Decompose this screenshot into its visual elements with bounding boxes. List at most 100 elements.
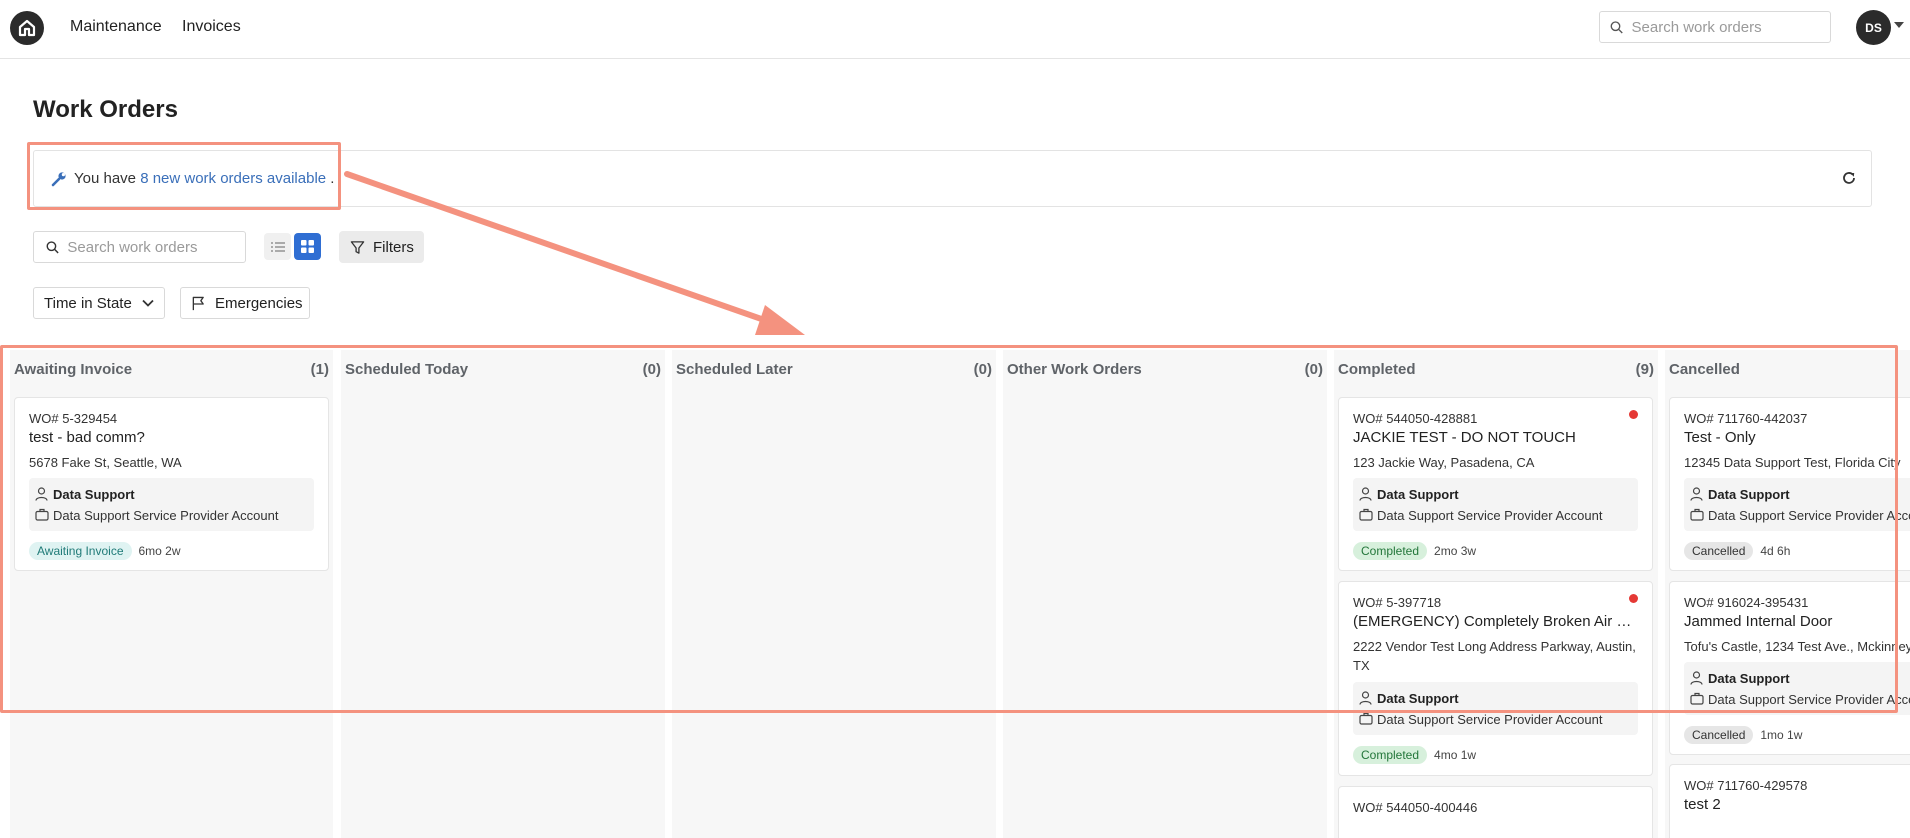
briefcase-icon — [35, 508, 49, 521]
assignee-account: Data Support Service Provider Account — [1708, 692, 1910, 707]
assignee-name: Data Support — [1377, 487, 1459, 502]
work-order-title: (EMERGENCY) Completely Broken Air C... — [1353, 613, 1638, 630]
briefcase-icon — [1690, 508, 1704, 521]
user-icon — [1359, 691, 1372, 705]
work-order-card[interactable]: WO# 544050-428881 JACKIE TEST - DO NOT T… — [1338, 397, 1653, 571]
flag-icon — [192, 296, 204, 310]
work-order-card[interactable]: WO# 5-397718 (EMERGENCY) Completely Brok… — [1338, 581, 1653, 776]
column-cancelled: Cancelled WO# 711760-442037 Test - Only … — [1665, 350, 1910, 838]
emergency-indicator — [1629, 594, 1638, 603]
column-scheduled-later: Scheduled Later (0) — [672, 350, 996, 838]
work-order-address: Tofu's Castle, 1234 Test Ave., Mckinney — [1684, 639, 1910, 654]
nav-invoices[interactable]: Invoices — [182, 18, 241, 36]
emergency-indicator — [1629, 410, 1638, 419]
new-orders-link[interactable]: 8 new work orders available — [140, 170, 326, 187]
column-completed: Completed (9) WO# 544050-428881 JACKIE T… — [1334, 350, 1658, 838]
work-order-address: 5678 Fake St, Seattle, WA — [29, 455, 182, 470]
column-header: Other Work Orders (0) — [1007, 361, 1323, 378]
work-order-number: WO# 916024-395431 — [1684, 595, 1809, 610]
time-in-state: 4mo 1w — [1434, 748, 1477, 762]
work-order-number: WO# 544050-428881 — [1353, 411, 1478, 426]
work-order-number: WO# 711760-442037 — [1684, 411, 1808, 426]
work-order-address: 123 Jackie Way, Pasadena, CA — [1353, 455, 1535, 470]
time-in-state-label: Time in State — [44, 294, 132, 312]
work-order-number: WO# 5-397718 — [1353, 595, 1442, 610]
briefcase-icon — [1690, 692, 1704, 705]
filters-button[interactable]: Filters — [339, 231, 424, 263]
column-scheduled-today: Scheduled Today (0) — [341, 350, 665, 838]
column-title: Awaiting Invoice — [14, 361, 133, 378]
avatar[interactable]: DS — [1856, 10, 1891, 45]
column-awaiting-invoice: Awaiting Invoice (1) WO# 5-329454 test -… — [10, 350, 333, 838]
work-order-card[interactable]: WO# 5-329454 test - bad comm? 5678 Fake … — [14, 397, 329, 571]
nav-maintenance[interactable]: Maintenance — [70, 18, 162, 36]
column-count: (0) — [973, 361, 992, 378]
home-logo-icon[interactable] — [10, 11, 44, 45]
search-icon — [1610, 20, 1623, 33]
assignee-box: Data Support Data Support Service Provid… — [29, 478, 314, 531]
chevron-down-icon — [142, 299, 154, 307]
column-count: (9) — [1635, 361, 1654, 378]
column-header: Awaiting Invoice (1) — [14, 361, 329, 378]
work-order-card[interactable]: WO# 916024-395431 Jammed Internal Door T… — [1669, 581, 1910, 755]
assignee-name: Data Support — [1708, 671, 1790, 686]
work-order-title: Test - Only — [1684, 429, 1756, 446]
column-count: (0) — [1304, 361, 1323, 378]
assignee-box: Data Support Data Support Service Provid… — [1684, 662, 1910, 715]
status-badge: Completed — [1353, 542, 1428, 560]
time-in-state: 6mo 2w — [138, 544, 181, 558]
time-in-state: 1mo 1w — [1760, 728, 1803, 742]
assignee-account: Data Support Service Provider Account — [1708, 508, 1910, 523]
wrench-icon — [51, 172, 66, 187]
status-badge: Completed — [1353, 746, 1428, 764]
work-order-card[interactable]: WO# 544050-400446 — [1338, 786, 1653, 838]
time-in-state-dropdown[interactable]: Time in State — [33, 287, 165, 319]
work-order-search-input[interactable] — [67, 238, 245, 256]
work-order-search[interactable] — [33, 231, 246, 263]
assignee-box: Data Support Data Support Service Provid… — [1353, 478, 1638, 531]
work-order-address: 2222 Vendor Test Long Address Parkway, A… — [1353, 639, 1636, 673]
assignee-name: Data Support — [53, 487, 135, 502]
page-title: Work Orders — [33, 96, 178, 123]
user-icon — [1690, 671, 1703, 685]
work-order-address: 12345 Data Support Test, Florida City — [1684, 455, 1901, 470]
filter-icon — [350, 240, 365, 254]
column-title: Other Work Orders — [1007, 361, 1142, 378]
work-order-card[interactable]: WO# 711760-442037 Test - Only 12345 Data… — [1669, 397, 1910, 571]
column-header: Cancelled — [1669, 361, 1906, 378]
work-order-title: JACKIE TEST - DO NOT TOUCH — [1353, 429, 1576, 446]
briefcase-icon — [1359, 712, 1373, 725]
top-search[interactable] — [1599, 11, 1831, 43]
refresh-icon[interactable] — [1841, 170, 1857, 186]
emergencies-toggle[interactable]: Emergencies — [180, 287, 310, 319]
grid-icon — [301, 240, 314, 253]
column-header: Scheduled Later (0) — [676, 361, 992, 378]
work-order-number: WO# 544050-400446 — [1353, 800, 1478, 815]
work-order-number: WO# 711760-429578 — [1684, 778, 1808, 793]
time-in-state: 2mo 3w — [1434, 544, 1477, 558]
filters-label: Filters — [373, 238, 414, 256]
board-view-button[interactable] — [294, 233, 321, 260]
assignee-name: Data Support — [1377, 691, 1459, 706]
column-title: Scheduled Today — [345, 361, 469, 378]
list-view-button[interactable] — [264, 233, 291, 260]
work-order-card[interactable]: WO# 711760-429578 test 2 — [1669, 764, 1910, 838]
assignee-name: Data Support — [1708, 487, 1790, 502]
work-order-title: test 2 — [1684, 796, 1721, 813]
assignee-account: Data Support Service Provider Account — [1377, 508, 1603, 523]
kanban-board: Awaiting Invoice (1) WO# 5-329454 test -… — [0, 350, 1910, 838]
list-icon — [270, 241, 285, 252]
column-count: (0) — [642, 361, 661, 378]
assignee-account: Data Support Service Provider Account — [53, 508, 279, 523]
top-search-input[interactable] — [1631, 18, 1830, 36]
work-order-number: WO# 5-329454 — [29, 411, 118, 426]
briefcase-icon — [1359, 508, 1373, 521]
banner-message: You have 8 new work orders available . — [74, 170, 335, 187]
emergencies-label: Emergencies — [215, 294, 303, 312]
column-title: Scheduled Later — [676, 361, 793, 378]
chevron-down-icon[interactable] — [1894, 22, 1904, 28]
work-order-title: test - bad comm? — [29, 429, 145, 446]
assignee-box: Data Support Data Support Service Provid… — [1684, 478, 1910, 531]
user-icon — [1690, 487, 1703, 501]
top-nav: Maintenance Invoices DS — [0, 0, 1910, 59]
